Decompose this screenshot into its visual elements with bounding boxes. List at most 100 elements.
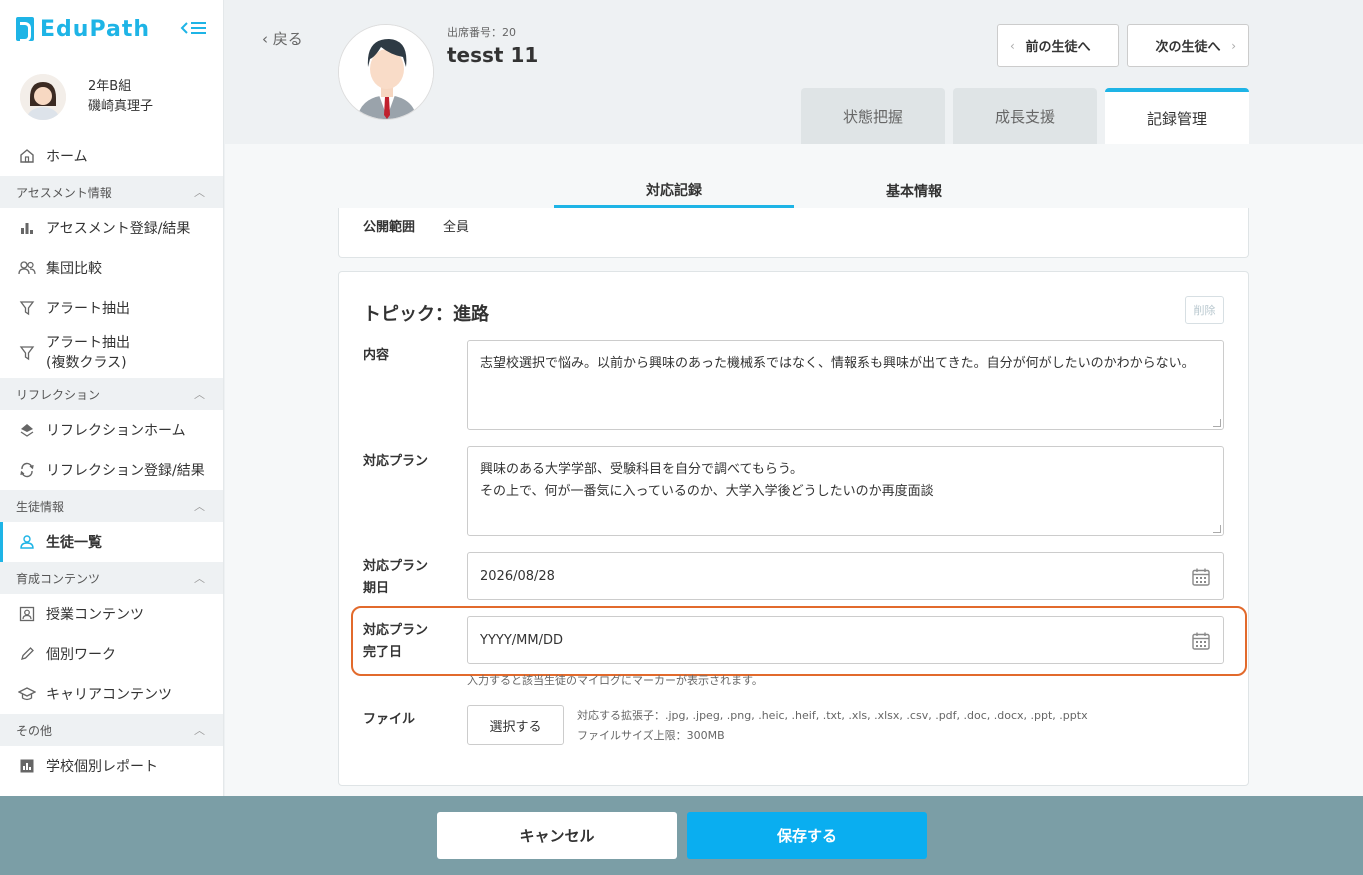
portrait-icon <box>18 605 36 623</box>
sidebar-item-group-compare[interactable]: 集団比較 <box>0 248 223 288</box>
cancel-button[interactable]: キャンセル <box>437 812 677 859</box>
sidebar-item-label: 学校個別レポート <box>46 759 158 775</box>
calendar-icon[interactable] <box>1191 567 1211 587</box>
pencil-icon <box>18 645 36 663</box>
nav-section-content[interactable]: 育成コンテンツ ︿ <box>0 562 223 594</box>
sidebar-item-lesson-content[interactable]: 授業コンテンツ <box>0 594 223 634</box>
sidebar-item-label: 個別ワーク <box>46 647 116 663</box>
resize-handle[interactable] <box>1213 525 1221 533</box>
content-label: 内容 <box>363 348 390 363</box>
chevron-right-icon: › <box>1231 38 1236 53</box>
plan-text-line: その上で、何が一番気に入っているのか、大学入学後どうしたいのか再度面談 <box>480 484 934 499</box>
menu-collapse-icon[interactable] <box>180 18 208 38</box>
footer-bar: キャンセル 保存する <box>0 796 1363 875</box>
nav-section-other[interactable]: その他 ︿ <box>0 714 223 746</box>
sidebar-item-student-list[interactable]: 生徒一覧 <box>0 522 223 562</box>
prev-student-button[interactable]: ‹ 前の生徒へ <box>997 24 1119 67</box>
sidebar-item-alert[interactable]: アラート抽出 <box>0 288 223 328</box>
sidebar-item-reflection-results[interactable]: リフレクション登録/結果 <box>0 450 223 490</box>
logo-text: EduPath <box>40 16 150 42</box>
resize-handle[interactable] <box>1213 419 1221 427</box>
file-info: 対応する拡張子：.jpg, .jpeg, .png, .heic, .heif,… <box>577 706 1088 746</box>
sidebar-item-label: アラート抽出 (複数クラス) <box>46 335 130 371</box>
subtabs: 対応記録 基本情報 <box>554 174 1034 208</box>
seat-number: 出席番号：20 <box>447 26 516 39</box>
chevron-up-icon: ︿ <box>194 572 205 585</box>
tab-record-management[interactable]: 記録管理 <box>1105 88 1249 144</box>
subtab-basic-info[interactable]: 基本情報 <box>794 174 1034 208</box>
content-textarea[interactable]: 志望校選択で悩み。以前から興味のあった機械系ではなく、情報系も興味が出てきた。自… <box>467 340 1224 430</box>
sidebar-item-label: ホーム <box>46 149 88 165</box>
sidebar-item-individual-work[interactable]: 個別ワーク <box>0 634 223 674</box>
chevron-up-icon: ︿ <box>194 724 205 737</box>
visibility-label: 公開範囲 <box>363 220 416 235</box>
label-line: 期日 <box>363 581 390 596</box>
chevron-up-icon: ︿ <box>194 388 205 401</box>
due-date-input[interactable]: 2026/08/28 <box>467 552 1224 600</box>
file-label: ファイル <box>363 712 416 727</box>
tab-status[interactable]: 状態把握 <box>801 88 945 144</box>
file-size-limit: ファイルサイズ上限：300MB <box>577 729 725 742</box>
file-extensions: 対応する拡張子：.jpg, .jpeg, .png, .heic, .heif,… <box>577 709 1088 722</box>
report-icon <box>18 757 36 775</box>
sidebar-item-label: キャリアコンテンツ <box>46 687 172 703</box>
delete-button[interactable]: 削除 <box>1185 296 1224 324</box>
layers-icon <box>18 421 36 439</box>
file-select-button[interactable]: 選択する <box>467 705 564 745</box>
topic-card: トピック：進路 削除 内容 志望校選択で悩み。以前から興味のあった機械系ではなく… <box>338 271 1249 786</box>
sidebar-item-assessment-results[interactable]: アセスメント登録/結果 <box>0 208 223 248</box>
user-name: 磯崎真理子 <box>88 99 154 114</box>
nav-section-student-info[interactable]: 生徒情報 ︿ <box>0 490 223 522</box>
save-button[interactable]: 保存する <box>687 812 927 859</box>
back-label: 戻る <box>272 30 303 48</box>
sidebar-item-label: アラート抽出 <box>46 301 130 317</box>
sidebar-item-alert-multi[interactable]: アラート抽出 (複数クラス) <box>0 328 223 378</box>
sidebar-item-label: リフレクションホーム <box>46 423 186 439</box>
user-avatar <box>20 74 66 120</box>
topic-title: トピック：進路 <box>363 304 489 325</box>
content-text: 志望校選択で悩み。以前から興味のあった機械系ではなく、情報系も興味が出てきた。自… <box>480 356 1195 371</box>
users-icon <box>18 259 36 277</box>
section-title: リフレクション <box>16 387 101 402</box>
next-student-button[interactable]: 次の生徒へ › <box>1127 24 1249 67</box>
filter-icon <box>18 344 36 362</box>
tab-growth-support[interactable]: 成長支援 <box>953 88 1097 144</box>
due-date-label: 対応プラン 期日 <box>363 556 428 600</box>
filter-icon <box>18 299 36 317</box>
sidebar: EduPath 2年B組 磯崎真理子 ホーム アセスメント情報 ︿ アセスメント登… <box>0 0 224 796</box>
label-line: 対応プラン <box>363 559 429 574</box>
home-icon <box>18 147 36 165</box>
student-name: tesst 11 <box>447 43 539 67</box>
student-avatar <box>338 24 434 120</box>
sidebar-item-label: 集団比較 <box>46 261 102 277</box>
main-content: 対応記録 基本情報 公開範囲 全員 トピック：進路 削除 内容 志望校選択で悩み… <box>225 144 1363 796</box>
subtab-response-record[interactable]: 対応記録 <box>554 174 794 208</box>
visibility-value: 全員 <box>443 220 470 235</box>
nav-section-assessment[interactable]: アセスメント情報 ︿ <box>0 176 223 208</box>
user-profile: 2年B組 磯崎真理子 <box>0 58 223 136</box>
sidebar-item-school-report[interactable]: 学校個別レポート <box>0 746 223 786</box>
sidebar-item-reflection-home[interactable]: リフレクションホーム <box>0 410 223 450</box>
user-class: 2年B組 <box>88 79 132 94</box>
sidebar-item-career-content[interactable]: キャリアコンテンツ <box>0 674 223 714</box>
section-title: その他 <box>16 723 53 738</box>
section-title: 育成コンテンツ <box>16 571 101 586</box>
logo-icon <box>16 17 34 42</box>
visibility-card: 公開範囲 全員 <box>338 208 1249 258</box>
sidebar-item-label: 授業コンテンツ <box>46 607 144 623</box>
prev-student-label: 前の生徒へ <box>1025 40 1091 55</box>
sidebar-item-label: 生徒一覧 <box>46 535 102 551</box>
graduation-cap-icon <box>18 685 36 703</box>
sidebar-item-home[interactable]: ホーム <box>0 136 223 176</box>
due-date-value: 2026/08/28 <box>480 568 555 584</box>
back-link[interactable]: ‹ 戻る <box>262 28 303 49</box>
chevron-up-icon: ︿ <box>194 186 205 199</box>
nav-section-reflection[interactable]: リフレクション ︿ <box>0 378 223 410</box>
bar-chart-icon <box>18 219 36 237</box>
sidebar-item-label: リフレクション登録/結果 <box>46 463 205 479</box>
sidebar-item-label: アセスメント登録/結果 <box>46 221 191 237</box>
plan-textarea[interactable]: 興味のある大学学部、受験科目を自分で調べてもらう。 その上で、何が一番気に入って… <box>467 446 1224 536</box>
chevron-left-icon: ‹ <box>262 30 268 48</box>
chevron-left-icon: ‹ <box>1010 38 1015 53</box>
chevron-up-icon: ︿ <box>194 500 205 513</box>
